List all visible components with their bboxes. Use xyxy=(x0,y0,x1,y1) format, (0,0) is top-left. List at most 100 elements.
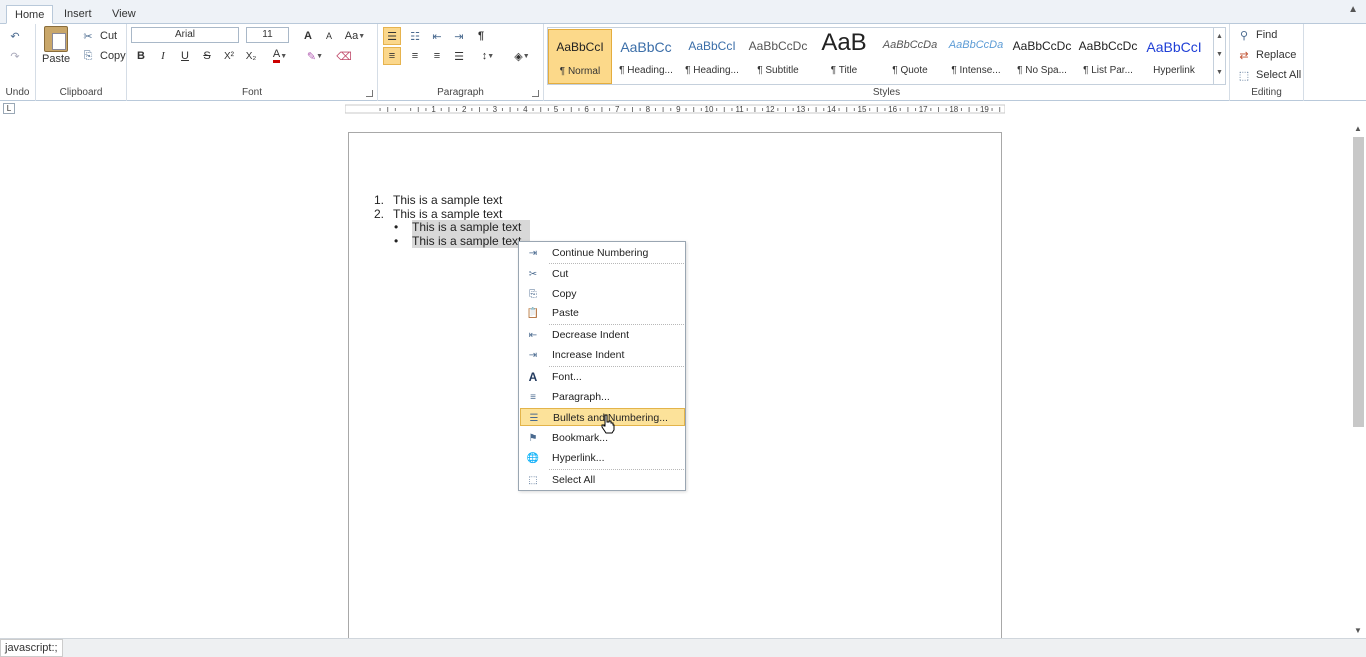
align-right-button[interactable]: ≡ xyxy=(428,47,446,65)
context-menu: ⇥ Continue Numbering ✂ Cut ⎘ Copy 📋 Paste ⇤ Decre… xyxy=(518,241,686,491)
select-all-icon: ⬚ xyxy=(528,474,538,486)
menu-item-increase-indent[interactable]: ⇥ Increase Indent xyxy=(520,346,685,364)
redo-button[interactable]: ↷ xyxy=(7,48,23,64)
underline-button[interactable]: U xyxy=(176,47,194,65)
style-item[interactable]: AaBbCcDc ¶ No Spa... xyxy=(1010,29,1074,84)
menu-item-hyperlink[interactable]: 🌐 Hyperlink... xyxy=(520,449,685,467)
justify-button[interactable]: ☰ xyxy=(450,47,468,65)
change-case-button[interactable]: Aa ▼ xyxy=(341,27,369,45)
gallery-more-icon[interactable]: ▼ xyxy=(1214,64,1225,82)
superscript-button[interactable]: X² xyxy=(220,47,238,65)
collapse-ribbon-icon[interactable]: ▲ xyxy=(1348,4,1358,15)
decrease-indent-button[interactable]: ⇤ xyxy=(428,27,446,45)
style-name: ¶ Heading... xyxy=(685,65,739,76)
style-item[interactable]: AaBbCcI Hyperlink xyxy=(1142,29,1206,84)
paste-button[interactable]: Paste xyxy=(42,26,70,65)
increase-indent-button[interactable]: ⇥ xyxy=(450,27,468,45)
scroll-up-icon[interactable]: ▲ xyxy=(1354,124,1362,133)
strikethrough-button[interactable]: S xyxy=(198,47,216,65)
chevron-down-icon: ▼ xyxy=(358,32,366,40)
ruler-number: 1 xyxy=(431,105,436,114)
tab-insert[interactable]: Insert xyxy=(56,5,100,24)
copy-icon: ⎘ xyxy=(83,49,93,62)
find-button[interactable]: ⚲ Find xyxy=(1236,27,1277,43)
increase-indent-icon: ⇥ xyxy=(454,30,464,43)
list-item-text[interactable]: This is a sample text xyxy=(393,207,502,221)
scroll-down-icon[interactable]: ▼ xyxy=(1354,626,1362,635)
menu-item-label: Font... xyxy=(552,371,582,383)
scroll-thumb[interactable] xyxy=(1353,137,1364,427)
menu-item-continue-numbering[interactable]: ⇥ Continue Numbering xyxy=(520,244,685,262)
clear-format-button[interactable]: ⌫ xyxy=(335,47,353,65)
style-item[interactable]: AaB ¶ Title xyxy=(812,29,876,84)
ribbon: ↶ ↷ Undo Paste ✂ Cut ⎘ Copy Clipboard Ar… xyxy=(0,24,1366,101)
align-center-button[interactable]: ≡ xyxy=(406,47,424,65)
pilcrow-icon: ¶ xyxy=(477,30,485,42)
menu-item-label: Increase Indent xyxy=(552,349,625,361)
bold-button[interactable]: B xyxy=(132,47,150,65)
numbering-button[interactable]: ☷ xyxy=(406,27,424,45)
style-item[interactable]: AaBbCcDc ¶ List Par... xyxy=(1076,29,1140,84)
menu-item-select-all[interactable]: ⬚ Select All xyxy=(520,471,685,489)
style-sample: AaBbCcI xyxy=(1146,39,1202,55)
menu-item-decrease-indent[interactable]: ⇤ Decrease Indent xyxy=(520,326,685,344)
style-item[interactable]: AaBbCcDc ¶ Subtitle xyxy=(746,29,810,84)
hyperlink-icon: 🌐 xyxy=(526,452,540,464)
ruler-number: 7 xyxy=(615,105,620,114)
clear-format-icon: ⌫ xyxy=(336,50,352,63)
subscript-button[interactable]: X₂ xyxy=(242,47,260,65)
style-name: ¶ Subtitle xyxy=(757,65,799,76)
gallery-up-icon[interactable]: ▲ xyxy=(1214,28,1225,46)
highlight-button[interactable]: ✎ ▼ xyxy=(301,47,329,65)
list-item-text[interactable]: This is a sample text xyxy=(412,220,531,234)
menu-item-font[interactable]: A Font... xyxy=(520,368,685,386)
style-item[interactable]: AaBbCcDa ¶ Quote xyxy=(878,29,942,84)
horizontal-ruler[interactable]: 1234567891011121314151617181920 xyxy=(345,104,1005,114)
undo-button[interactable]: ↶ xyxy=(7,28,23,44)
list-item-text[interactable]: This is a sample text xyxy=(412,234,531,248)
font-color-button[interactable]: A ▼ xyxy=(265,47,295,65)
shrink-font-button[interactable]: A xyxy=(320,27,338,45)
style-item[interactable]: AaBbCcI ¶ Heading... xyxy=(680,29,744,84)
tab-view[interactable]: View xyxy=(104,5,144,24)
menu-item-paste[interactable]: 📋 Paste xyxy=(520,304,685,322)
font-name-input[interactable]: Arial xyxy=(131,27,239,43)
align-left-button[interactable]: ≡ xyxy=(383,47,401,65)
gallery-down-icon[interactable]: ▼ xyxy=(1214,46,1225,64)
bullets-button[interactable]: ☰ xyxy=(383,27,401,45)
paragraph-dialog-launcher[interactable] xyxy=(532,90,539,97)
ruler-number: 4 xyxy=(523,105,528,114)
vertical-scrollbar[interactable]: ▲ ▼ xyxy=(1350,120,1366,638)
menu-item-paragraph[interactable]: ≡ Paragraph... xyxy=(520,388,685,406)
font-size-input[interactable]: 11 xyxy=(246,27,289,43)
menu-item-copy[interactable]: ⎘ Copy xyxy=(520,285,685,303)
replace-button[interactable]: ⇄ Replace xyxy=(1236,47,1296,63)
shading-button[interactable]: ◈ ▼ xyxy=(508,47,536,65)
cut-button[interactable]: ✂ Cut xyxy=(80,28,117,44)
editing-group-label: Editing xyxy=(1251,87,1282,98)
italic-button[interactable]: I xyxy=(154,47,172,65)
font-dialog-launcher[interactable] xyxy=(366,90,373,97)
select-all-button[interactable]: ⬚ Select All xyxy=(1236,67,1301,83)
menu-item-cut[interactable]: ✂ Cut xyxy=(520,265,685,283)
style-sample: AaBbCc xyxy=(620,39,672,55)
style-item[interactable]: AaBbCcDa ¶ Intense... xyxy=(944,29,1008,84)
copy-button[interactable]: ⎘ Copy xyxy=(80,48,126,64)
style-item[interactable]: AaBbCc ¶ Heading... xyxy=(614,29,678,84)
list-item-text[interactable]: This is a sample text xyxy=(393,193,502,207)
style-name: Hyperlink xyxy=(1153,65,1195,76)
style-sample: AaBbCcDa xyxy=(882,39,938,51)
subscript-icon: X₂ xyxy=(245,50,257,62)
status-bar: javascript:; xyxy=(0,638,1366,657)
tab-stop-selector[interactable]: L xyxy=(3,103,15,114)
menu-separator xyxy=(549,469,684,470)
line-spacing-button[interactable]: ↕ ▼ xyxy=(474,47,502,65)
ruler-number: 9 xyxy=(676,105,681,114)
replace-icon: ⇄ xyxy=(1239,49,1249,62)
grow-font-button[interactable]: A xyxy=(299,27,317,45)
tab-home[interactable]: Home xyxy=(6,5,54,24)
shrink-font-icon: A xyxy=(325,31,332,41)
style-item[interactable]: AaBbCcI ¶ Normal xyxy=(548,29,612,84)
show-marks-button[interactable]: ¶ xyxy=(472,27,490,45)
ruler-number: 15 xyxy=(858,105,867,114)
